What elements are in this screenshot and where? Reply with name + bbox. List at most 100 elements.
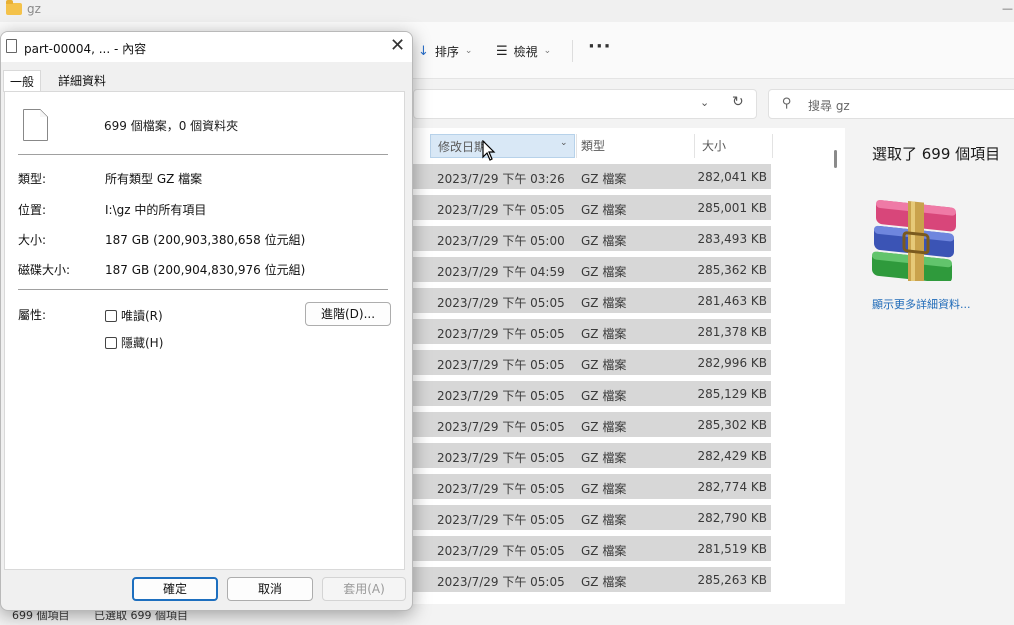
- row-type: GZ 檔案: [581, 482, 627, 496]
- more-options-button[interactable]: ···: [588, 36, 612, 57]
- column-divider[interactable]: [694, 134, 695, 158]
- readonly-label: 唯讀(R): [121, 309, 163, 323]
- table-row[interactable]: 2023/7/29 下午 05:05 GZ 檔案 281,378 KB: [413, 319, 771, 344]
- row-type: GZ 檔案: [581, 203, 627, 217]
- row-date: 2023/7/29 下午 05:05: [437, 327, 565, 341]
- table-row[interactable]: 2023/7/29 下午 05:05 GZ 檔案 281,463 KB: [413, 288, 771, 313]
- row-date: 2023/7/29 下午 05:05: [437, 203, 565, 217]
- row-date: 2023/7/29 下午 05:05: [437, 451, 565, 465]
- type-value: 所有類型 GZ 檔案: [105, 172, 203, 186]
- apply-button[interactable]: 套用(A): [322, 577, 406, 601]
- close-icon[interactable]: ✕: [390, 35, 405, 56]
- search-icon: ⚲: [782, 96, 792, 111]
- file-icon: [6, 39, 17, 53]
- row-date: 2023/7/29 下午 04:59: [437, 265, 565, 279]
- table-row[interactable]: 2023/7/29 下午 05:00 GZ 檔案 283,493 KB: [413, 226, 771, 251]
- location-value: I:\gz 中的所有項目: [105, 203, 207, 217]
- toolbar-divider: [572, 40, 573, 62]
- row-size: 282,996 KB: [697, 356, 767, 370]
- readonly-checkbox[interactable]: 唯讀(R): [105, 307, 163, 324]
- row-date: 2023/7/29 下午 03:26: [437, 172, 565, 186]
- general-tab-panel: [4, 91, 405, 570]
- ok-button[interactable]: 確定: [132, 577, 218, 601]
- refresh-icon[interactable]: ↻: [732, 94, 744, 110]
- column-divider[interactable]: [576, 134, 577, 158]
- vertical-scrollbar[interactable]: [834, 150, 837, 168]
- table-row[interactable]: 2023/7/29 下午 05:05 GZ 檔案 285,302 KB: [413, 412, 771, 437]
- table-row[interactable]: 2023/7/29 下午 05:05 GZ 檔案 282,996 KB: [413, 350, 771, 375]
- hidden-label: 隱藏(H): [121, 336, 164, 350]
- explorer-titlebar: [0, 0, 1014, 22]
- table-row[interactable]: 2023/7/29 下午 03:26 GZ 檔案 282,041 KB: [413, 164, 771, 189]
- table-row[interactable]: 2023/7/29 下午 05:05 GZ 檔案 281,519 KB: [413, 536, 771, 561]
- divider: [18, 289, 388, 290]
- dialog-title: part-00004, ... - 內容: [24, 42, 147, 56]
- table-row[interactable]: 2023/7/29 下午 05:05 GZ 檔案 282,429 KB: [413, 443, 771, 468]
- column-header-type[interactable]: 類型: [581, 134, 605, 158]
- column-header-size[interactable]: 大小: [702, 134, 726, 158]
- row-date: 2023/7/29 下午 05:05: [437, 296, 565, 310]
- attributes-label: 屬性:: [18, 308, 47, 322]
- selection-file-summary: 699 個檔案，0 個資料夾: [104, 119, 239, 133]
- view-label: 檢視: [513, 44, 538, 59]
- divider: [18, 154, 388, 155]
- table-row[interactable]: 2023/7/29 下午 05:05 GZ 檔案 282,790 KB: [413, 505, 771, 530]
- row-date: 2023/7/29 下午 05:05: [437, 420, 565, 434]
- row-date: 2023/7/29 下午 05:05: [437, 513, 565, 527]
- row-type: GZ 檔案: [581, 234, 627, 248]
- size-label: 大小:: [18, 233, 47, 247]
- checkbox-box[interactable]: [105, 309, 117, 322]
- row-size: 283,493 KB: [697, 232, 767, 246]
- column-header-date[interactable]: 修改日期: [430, 134, 575, 158]
- properties-dialog: part-00004, ... - 內容 ✕ 一般 詳細資料 699 個檔案，0…: [0, 31, 413, 611]
- table-row[interactable]: 2023/7/29 下午 04:59 GZ 檔案 285,362 KB: [413, 257, 771, 282]
- row-size: 285,362 KB: [697, 263, 767, 277]
- column-divider[interactable]: [772, 134, 773, 158]
- row-type: GZ 檔案: [581, 544, 627, 558]
- row-type: GZ 檔案: [581, 327, 627, 341]
- tab-general[interactable]: 一般: [3, 70, 42, 92]
- address-history-chevron-icon[interactable]: ⌄: [700, 96, 709, 109]
- cancel-button[interactable]: 取消: [227, 577, 313, 601]
- table-row[interactable]: 2023/7/29 下午 05:05 GZ 檔案 285,129 KB: [413, 381, 771, 406]
- row-date: 2023/7/29 下午 05:05: [437, 358, 565, 372]
- sort-button[interactable]: ↓ 排序 ⌄: [418, 41, 472, 61]
- row-size: 281,519 KB: [697, 542, 767, 556]
- row-size: 285,129 KB: [697, 387, 767, 401]
- row-type: GZ 檔案: [581, 358, 627, 372]
- show-more-details-link[interactable]: 顯示更多詳細資料...: [872, 296, 971, 312]
- winrar-archive-icon: [872, 200, 956, 281]
- sort-icon: ↓: [418, 43, 429, 59]
- folder-icon: [6, 0, 22, 15]
- tab-details[interactable]: 詳細資料: [52, 70, 112, 92]
- row-size: 282,429 KB: [697, 449, 767, 463]
- hidden-checkbox[interactable]: 隱藏(H): [105, 334, 163, 351]
- chevron-down-icon: ⌄: [543, 46, 552, 56]
- row-size: 282,774 KB: [697, 480, 767, 494]
- row-type: GZ 檔案: [581, 420, 627, 434]
- size-on-disk-label: 磁碟大小:: [18, 263, 71, 277]
- table-row[interactable]: 2023/7/29 下午 05:05 GZ 檔案 285,263 KB: [413, 567, 771, 592]
- search-input[interactable]: [768, 89, 1014, 119]
- row-size: 285,263 KB: [697, 573, 767, 587]
- selection-summary: 選取了 699 個項目: [872, 145, 1001, 163]
- table-row[interactable]: 2023/7/29 下午 05:05 GZ 檔案 282,774 KB: [413, 474, 771, 499]
- row-type: GZ 檔案: [581, 389, 627, 403]
- type-label: 類型:: [18, 172, 47, 186]
- row-date: 2023/7/29 下午 05:05: [437, 389, 565, 403]
- advanced-button[interactable]: 進階(D)...: [305, 302, 391, 326]
- row-type: GZ 檔案: [581, 575, 627, 589]
- row-type: GZ 檔案: [581, 451, 627, 465]
- file-rows: 2023/7/29 下午 03:26 GZ 檔案 282,041 KB 2023/7/…: [413, 164, 771, 598]
- size-value: 187 GB (200,903,380,658 位元組): [105, 233, 306, 247]
- mouse-cursor-icon: [482, 140, 496, 161]
- row-size: 281,463 KB: [697, 294, 767, 308]
- row-size: 282,790 KB: [697, 511, 767, 525]
- view-icon: ☰: [496, 43, 508, 59]
- minimize-icon[interactable]: —: [1002, 2, 1014, 15]
- checkbox-box[interactable]: [105, 336, 117, 349]
- location-label: 位置:: [18, 203, 47, 217]
- view-button[interactable]: ☰ 檢視 ⌄: [496, 41, 551, 61]
- column-filter-chevron-icon[interactable]: ⌄: [560, 138, 568, 148]
- table-row[interactable]: 2023/7/29 下午 05:05 GZ 檔案 285,001 KB: [413, 195, 771, 220]
